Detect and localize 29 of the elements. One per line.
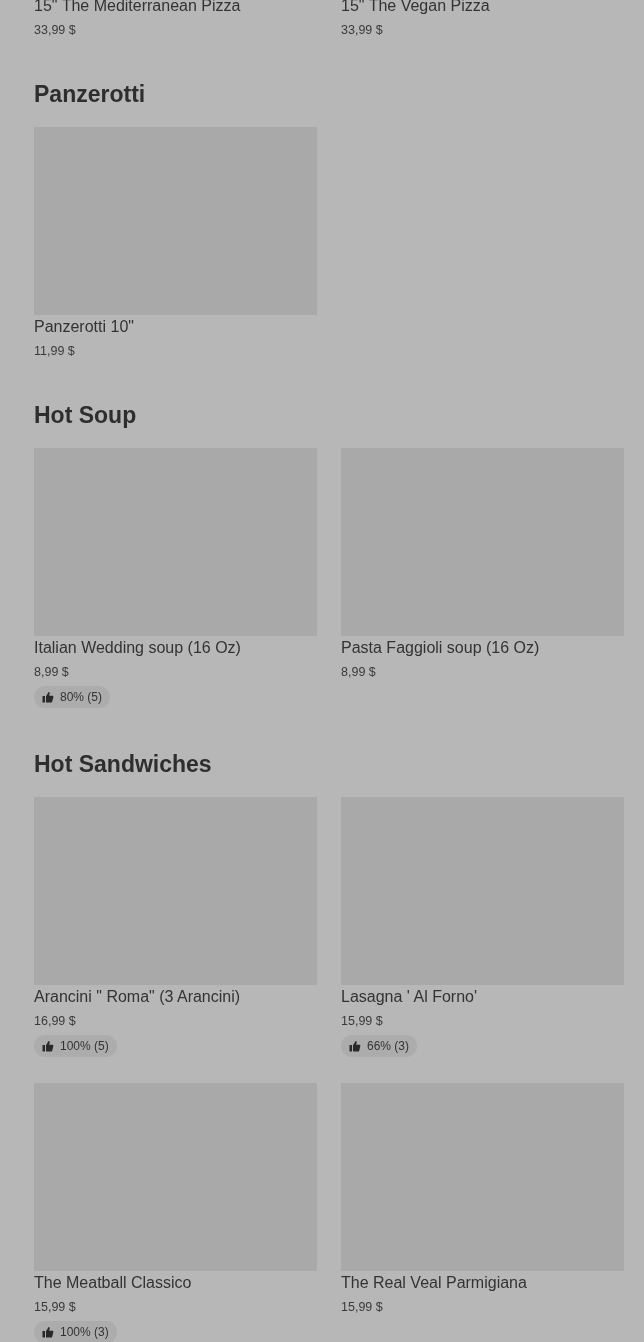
item-price: 8,99 $ (34, 664, 70, 680)
item-name[interactable]: Italian Wedding soup (16 Oz) (34, 638, 317, 658)
section-heading: Hot Sandwiches (34, 750, 213, 779)
item-price: 15,99 $ (341, 1299, 384, 1315)
item-name[interactable]: 15" The Vegan Pizza (341, 0, 624, 16)
item-name[interactable]: Arancini " Roma" (3 Arancini) (34, 987, 317, 1007)
item-price: 15,99 $ (34, 1299, 77, 1315)
section-heading: Panzerotti (34, 80, 147, 109)
rating-badge: 80% (5) (34, 686, 111, 708)
item-price: 8,99 $ (341, 664, 377, 680)
item-name[interactable]: Pasta Faggioli soup (16 Oz) (341, 638, 624, 658)
item-name[interactable]: Lasagna ' Al Forno' (341, 987, 624, 1007)
item-price: 15,99 $ (341, 1013, 384, 1029)
thumbs-up-icon (349, 1040, 361, 1052)
item-price: 16,99 $ (34, 1013, 77, 1029)
item-price: 33,99 $ (341, 22, 384, 38)
rating-badge: 66% (3) (341, 1035, 418, 1057)
item-price: 11,99 $ (34, 343, 76, 359)
thumbs-up-icon (42, 691, 54, 703)
item-price: 33,99 $ (34, 22, 77, 38)
rating-badge: 100% (5) (34, 1035, 117, 1057)
item-name[interactable]: 15" The Mediterranean Pizza (34, 0, 317, 16)
rating-badge: 100% (3) (34, 1321, 117, 1342)
item-name[interactable]: The Real Veal Parmigiana (341, 1273, 624, 1293)
thumbs-up-icon (42, 1326, 54, 1338)
section-heading: Hot Soup (34, 401, 138, 430)
thumbs-up-icon (42, 1040, 54, 1052)
item-name[interactable]: Panzerotti 10" (34, 317, 317, 337)
item-name[interactable]: The Meatball Classico (34, 1273, 317, 1293)
